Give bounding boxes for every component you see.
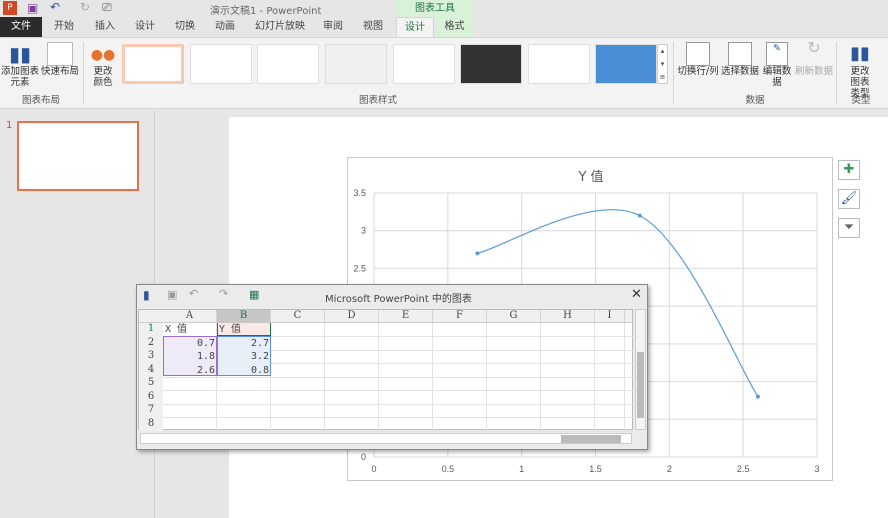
data-point: [637, 213, 642, 218]
x-tick-label: 2.5: [737, 464, 750, 474]
filter-icon: ⏷: [843, 220, 855, 235]
y-tick-label: 3: [361, 226, 366, 236]
data-window-title: Microsoft PowerPoint 中的图表: [325, 294, 472, 305]
h-scroll-thumb[interactable]: [561, 435, 621, 443]
horizontal-scrollbar[interactable]: [140, 433, 632, 444]
row-header[interactable]: 1: [139, 323, 163, 337]
row-header[interactable]: 7: [139, 404, 163, 418]
cell-B1[interactable]: Y 值: [219, 323, 269, 336]
cell-A3[interactable]: 1.8: [165, 350, 215, 363]
cell-A1[interactable]: X 值: [165, 323, 215, 336]
vertical-scrollbar[interactable]: [635, 309, 646, 430]
chart-elements-button[interactable]: ✚: [838, 160, 860, 180]
row-header[interactable]: 8: [139, 417, 163, 431]
chart-data-window: ▮ ▣ ↶ ↷ ▦ Microsoft PowerPoint 中的图表 ✕ AB…: [136, 284, 648, 450]
data-point: [755, 394, 760, 399]
column-header[interactable]: D: [325, 310, 379, 323]
edit-in-excel-icon[interactable]: ▦: [249, 288, 259, 301]
save-icon[interactable]: ▣: [167, 288, 177, 301]
close-icon[interactable]: ✕: [631, 287, 642, 302]
row-header[interactable]: 4: [139, 363, 163, 377]
row-header[interactable]: 3: [139, 350, 163, 364]
column-header[interactable]: E: [379, 310, 433, 323]
x-tick-label: 3: [814, 464, 819, 474]
column-header[interactable]: H: [541, 310, 595, 323]
cell-B4[interactable]: 0.8: [219, 364, 269, 377]
column-header[interactable]: C: [271, 310, 325, 323]
cell-A2[interactable]: 0.7: [165, 337, 215, 350]
plus-icon: ✚: [843, 162, 855, 177]
x-tick-label: 2: [667, 464, 672, 474]
cell-B2[interactable]: 2.7: [219, 337, 269, 350]
chart-styles-button[interactable]: 🖌: [838, 189, 860, 209]
x-tick-label: 0.5: [442, 464, 455, 474]
column-header[interactable]: A: [163, 310, 217, 323]
spreadsheet-grid[interactable]: ABCDEFGHI 12345678 X 值 Y 值 0.7 2.7 1.8 3.2 2.6 0.…: [138, 309, 633, 432]
cell-B3[interactable]: 3.2: [219, 350, 269, 363]
column-header[interactable]: F: [433, 310, 487, 323]
column-header[interactable]: G: [487, 310, 541, 323]
x-tick-label: 1.5: [589, 464, 602, 474]
y-tick-label: 3.5: [353, 188, 366, 198]
row-header[interactable]: 6: [139, 390, 163, 404]
brush-icon: 🖌: [840, 191, 858, 206]
row-header[interactable]: 2: [139, 336, 163, 350]
chart-filters-button[interactable]: ⏷: [838, 218, 860, 238]
undo-icon[interactable]: ↶: [189, 287, 198, 300]
x-tick-label: 1: [519, 464, 524, 474]
redo-icon[interactable]: ↷: [219, 287, 228, 300]
y-tick-label: 0: [361, 452, 366, 462]
data-point: [475, 251, 480, 256]
scroll-thumb[interactable]: [637, 352, 644, 418]
row-header[interactable]: 5: [139, 377, 163, 391]
column-header[interactable]: B: [217, 310, 271, 323]
chart-icon: ▮: [143, 288, 150, 302]
cell-A4[interactable]: 2.6: [165, 364, 215, 377]
x-tick-label: 0: [371, 464, 376, 474]
column-header[interactable]: I: [595, 310, 625, 323]
y-tick-label: 2.5: [353, 263, 366, 273]
data-window-titlebar[interactable]: ▮ ▣ ↶ ↷ ▦ Microsoft PowerPoint 中的图表 ✕: [137, 285, 647, 307]
